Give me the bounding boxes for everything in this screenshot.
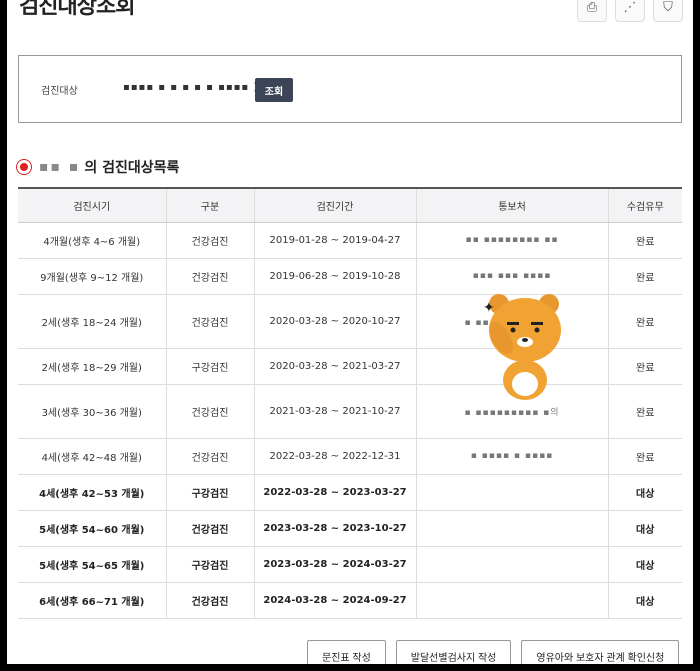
status-cell: 완료	[608, 348, 682, 385]
column-header: 수검유무	[608, 187, 682, 223]
type-cell: 건강검진	[166, 222, 255, 259]
notify-cell: ▪▪▪ ▪▪▪ ▪▪▪▪	[416, 258, 609, 295]
svg-text:✦: ✦	[483, 300, 495, 316]
period-cell: 4세(생후 42~53 개월)	[18, 474, 167, 511]
range-cell: 2020-03-28 ~ 2021-03-27	[254, 348, 417, 385]
bullet-icon	[17, 160, 31, 174]
column-header: 검진시기	[18, 187, 167, 223]
search-target-select[interactable]: ▪▪▪▪ ▪ ▪ ▪ ▪ ▪ ▪▪▪▪ )	[123, 82, 258, 93]
type-cell: 건강검진	[166, 510, 255, 547]
table-row: 4세(생후 42~48 개월) 건강검진 2022-03-28 ~ 2022-12-…	[18, 438, 682, 475]
period-cell: 6세(생후 66~71 개월)	[18, 582, 167, 619]
table-row: 4개월(생후 4~6 개월) 건강검진 2019-01-28 ~ 2019-04-2…	[18, 222, 682, 259]
type-cell: 건강검진	[166, 294, 255, 349]
status-cell: 대상	[608, 582, 682, 619]
period-cell: 4개월(생후 4~6 개월)	[18, 222, 167, 259]
notify-cell: ▪▪ ▪▪▪▪▪▪▪▪ ▪▪	[416, 222, 609, 259]
table-row: 4세(생후 42~53 개월) 구강검진 2022-03-28 ~ 2023-03-…	[18, 474, 682, 511]
action-buttons: 문진표 작성 발달선별검사지 작성 영유아와 보호자 관계 확인신청	[307, 640, 680, 664]
range-cell: 2020-03-28 ~ 2020-10-27	[254, 294, 417, 349]
character-sticker: ✦	[483, 294, 561, 400]
table-row: 9개월(생후 9~12 개월) 건강검진 2019-06-28 ~ 2019-10-…	[18, 258, 682, 295]
checkup-table: 검진시기 구분 검진기간 통보처 수검유무 4개월(생후 4~6 개월) 건강검진…	[18, 187, 682, 619]
notify-cell: ▪ ▪▪▪▪ ▪ ▪▪▪▪	[416, 438, 609, 475]
period-cell: 3세(생후 30~36 개월)	[18, 384, 167, 439]
list-title: ▪▪ ▪ 의 검진대상목록	[17, 157, 179, 177]
type-cell: 구강검진	[166, 474, 255, 511]
status-cell: 대상	[608, 546, 682, 583]
range-cell: 2024-03-28 ~ 2024-09-27	[254, 582, 417, 619]
share-icon[interactable]: ⋰	[615, 0, 645, 22]
type-cell: 건강검진	[166, 438, 255, 475]
status-cell: 완료	[608, 294, 682, 349]
status-cell: 대상	[608, 510, 682, 547]
page-title: 검진대상조회	[19, 0, 135, 19]
column-header: 구분	[166, 187, 255, 223]
column-header: 통보처	[416, 187, 609, 223]
type-cell: 건강검진	[166, 582, 255, 619]
table-row: 3세(생후 30~36 개월) 건강검진 2021-03-28 ~ 2021-10-…	[18, 384, 682, 439]
status-cell: 대상	[608, 474, 682, 511]
bookmark-icon[interactable]: ⛉	[653, 0, 683, 22]
column-header: 검진기간	[254, 187, 417, 223]
range-cell: 2023-03-28 ~ 2024-03-27	[254, 546, 417, 583]
range-cell: 2019-06-28 ~ 2019-10-28	[254, 258, 417, 295]
questionnaire-button[interactable]: 문진표 작성	[307, 640, 386, 664]
range-cell: 2021-03-28 ~ 2021-10-27	[254, 384, 417, 439]
range-cell: 2019-01-28 ~ 2019-04-27	[254, 222, 417, 259]
search-button[interactable]: 조회	[255, 78, 293, 102]
print-icon[interactable]: ⎙	[577, 0, 607, 22]
table-row: 5세(생후 54~60 개월) 건강검진 2023-03-28 ~ 2023-10-…	[18, 510, 682, 547]
table-row: 2세(생후 18~29 개월) 구강검진 2020-03-28 ~ 2021-03-…	[18, 348, 682, 385]
type-cell: 구강검진	[166, 348, 255, 385]
search-label: 검진대상	[41, 86, 78, 97]
period-cell: 4세(생후 42~48 개월)	[18, 438, 167, 475]
period-cell: 5세(생후 54~65 개월)	[18, 546, 167, 583]
status-cell: 완료	[608, 438, 682, 475]
owner-name: ▪▪ ▪	[39, 159, 81, 175]
period-cell: 5세(생후 54~60 개월)	[18, 510, 167, 547]
notify-cell	[416, 582, 609, 619]
table-row: 5세(생후 54~65 개월) 구강검진 2023-03-28 ~ 2024-03-…	[18, 546, 682, 583]
table-row: 6세(생후 66~71 개월) 건강검진 2024-03-28 ~ 2024-09-…	[18, 582, 682, 619]
range-cell: 2022-03-28 ~ 2023-03-27	[254, 474, 417, 511]
range-cell: 2022-03-28 ~ 2022-12-31	[254, 438, 417, 475]
top-toolbar: ⎙ ⋰ ⛉	[577, 0, 683, 22]
range-cell: 2023-03-28 ~ 2023-10-27	[254, 510, 417, 547]
search-panel: 검진대상 ▪▪▪▪ ▪ ▪ ▪ ▪ ▪ ▪▪▪▪ ) 조회	[18, 55, 682, 123]
status-cell: 완료	[608, 258, 682, 295]
table-header-row: 검진시기 구분 검진기간 통보처 수검유무	[18, 187, 682, 223]
development-screening-button[interactable]: 발달선별검사지 작성	[395, 640, 512, 664]
period-cell: 2세(생후 18~29 개월)	[18, 348, 167, 385]
table-row: 2세(생후 18~24 개월) 건강검진 2020-03-28 ~ 2020-10-…	[18, 294, 682, 349]
main-frame: 검진대상조회 ⎙ ⋰ ⛉ 검진대상 ▪▪▪▪ ▪ ▪ ▪ ▪ ▪ ▪▪▪▪ ) …	[7, 0, 693, 664]
status-cell: 완료	[608, 384, 682, 439]
type-cell: 건강검진	[166, 258, 255, 295]
status-cell: 완료	[608, 222, 682, 259]
type-cell: 건강검진	[166, 384, 255, 439]
period-cell: 2세(생후 18~24 개월)	[18, 294, 167, 349]
guardian-relation-button[interactable]: 영유아와 보호자 관계 확인신청	[521, 640, 680, 664]
period-cell: 9개월(생후 9~12 개월)	[18, 258, 167, 295]
notify-cell	[416, 474, 609, 511]
type-cell: 구강검진	[166, 546, 255, 583]
notify-cell	[416, 510, 609, 547]
list-title-text: 의 검진대상목록	[84, 160, 180, 176]
notify-cell	[416, 546, 609, 583]
